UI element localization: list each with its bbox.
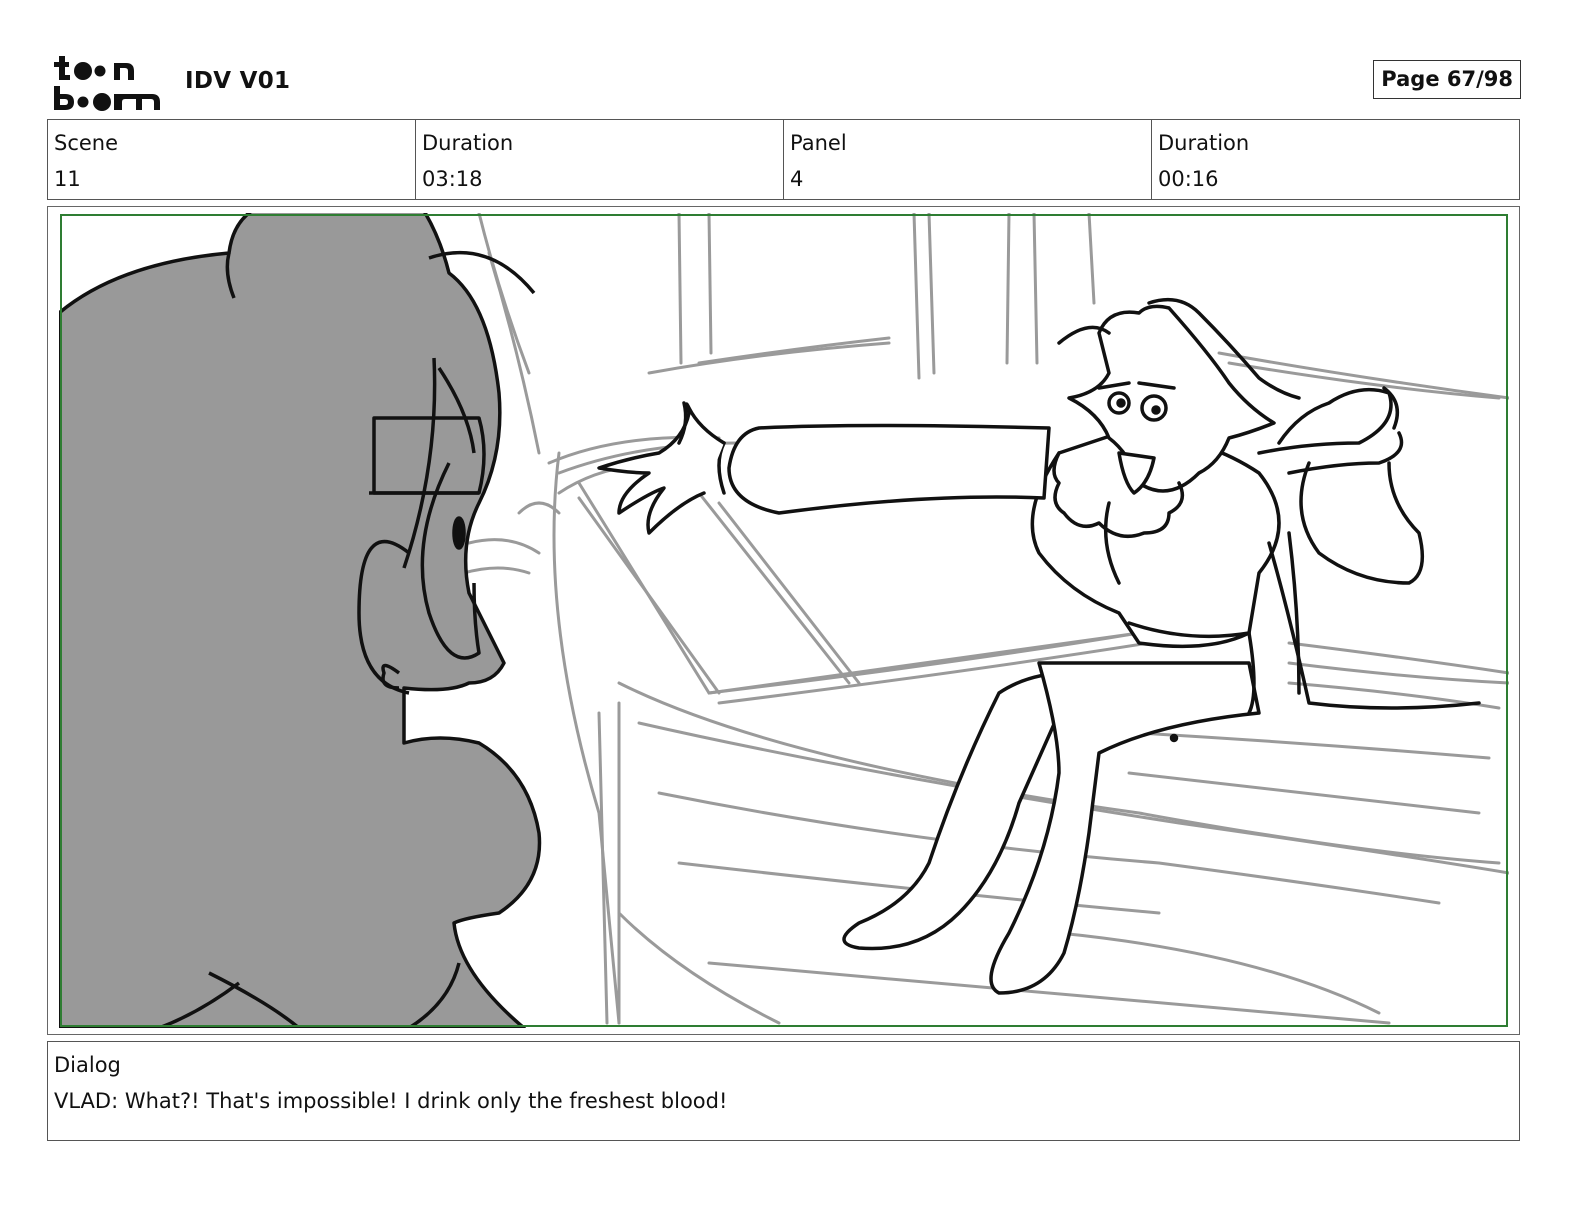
page-number: Page 67/98 <box>1373 60 1521 99</box>
panel-cell: Panel 4 <box>784 120 1152 199</box>
background-sketch <box>462 213 1509 1025</box>
panel-duration-cell: Duration 00:16 <box>1152 120 1519 199</box>
dialog-label: Dialog <box>54 1053 121 1077</box>
foreground-character <box>59 213 542 1028</box>
dialog-box: Dialog VLAD: What?! That's impossible! I… <box>47 1041 1520 1141</box>
panel-duration-label: Duration <box>1158 131 1250 155</box>
scene-label: Scene <box>54 131 119 155</box>
scene-duration-cell: Duration 03:18 <box>416 120 784 199</box>
page-header: IDV V01 Page 67/98 <box>48 48 1521 114</box>
storyboard-panel <box>47 206 1520 1035</box>
scene-duration-value: 03:18 <box>422 167 483 191</box>
dialog-text: VLAD: What?! That's impossible! I drink … <box>54 1089 728 1113</box>
scene-value: 11 <box>54 167 81 191</box>
scene-duration-label: Duration <box>422 131 514 155</box>
panel-label: Panel <box>790 131 847 155</box>
panel-duration-value: 00:16 <box>1158 167 1219 191</box>
toon-boom-logo <box>54 56 160 111</box>
scene-cell: Scene 11 <box>48 120 416 199</box>
panel-value: 4 <box>790 167 804 191</box>
scene-info-table: Scene 11 Duration 03:18 Panel 4 Duration… <box>47 119 1520 200</box>
project-title: IDV V01 <box>185 68 291 94</box>
panel-drawing <box>59 213 1509 1028</box>
